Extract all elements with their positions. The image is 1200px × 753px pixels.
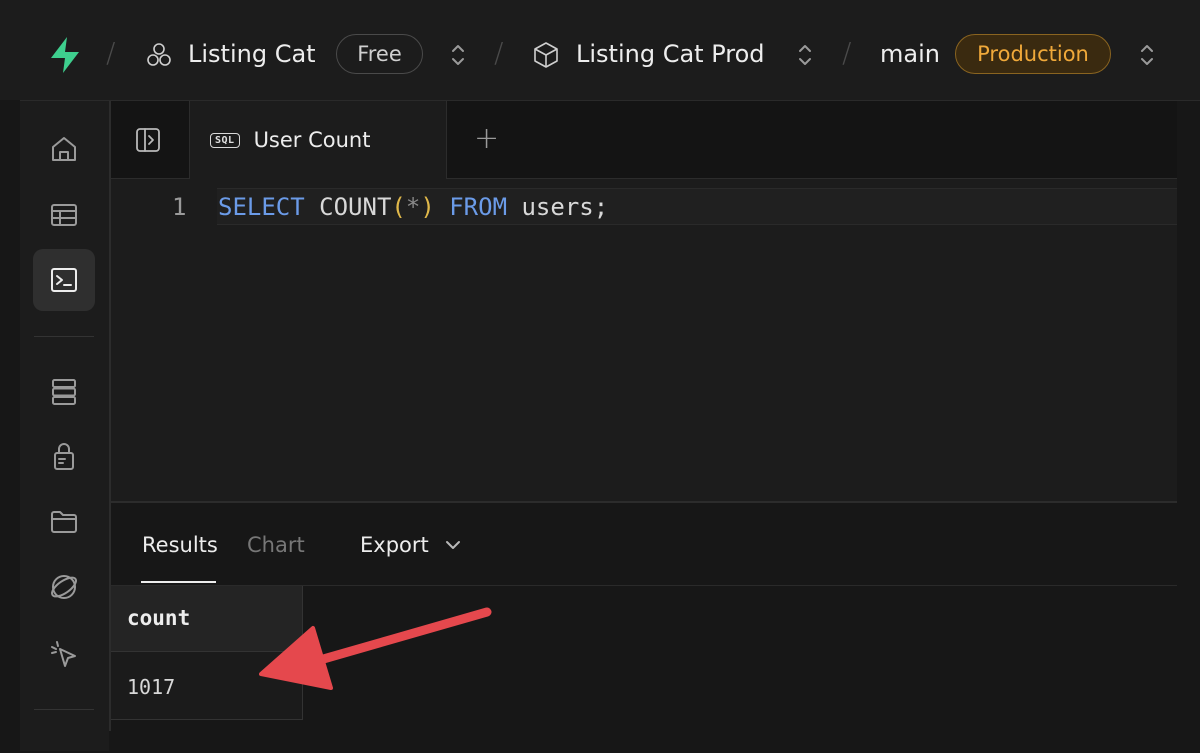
sidebar-item-storage[interactable]: [33, 490, 95, 552]
breadcrumb-separator: /: [106, 36, 116, 69]
new-tab-button[interactable]: +: [474, 124, 499, 154]
code-line[interactable]: SELECT COUNT(*) FROM users;: [218, 193, 608, 221]
active-tab-indicator: [141, 581, 216, 583]
organization-icon: [146, 42, 172, 68]
tab-label: User Count: [253, 128, 371, 152]
sidebar-divider: [34, 336, 94, 337]
export-label: Export: [360, 533, 429, 557]
sidebar-item-sql-editor[interactable]: [33, 249, 95, 311]
org-switcher-chevron-icon[interactable]: [448, 42, 468, 68]
sql-editor-icon: [49, 265, 79, 295]
tab-user-count-content: SQL User Count: [210, 128, 370, 152]
code-paren: (: [391, 193, 406, 221]
sidebar-item-realtime[interactable]: [33, 556, 95, 618]
tab-results[interactable]: Results: [142, 533, 218, 557]
table-editor-icon: [49, 200, 79, 230]
code-keyword: SELECT: [218, 193, 305, 221]
line-number: 1: [172, 193, 187, 221]
home-icon: [49, 134, 79, 164]
sidebar-item-home[interactable]: [33, 118, 95, 180]
breadcrumb-separator: /: [842, 36, 852, 69]
project-switcher-chevron-icon[interactable]: [795, 42, 815, 68]
realtime-icon: [48, 571, 80, 603]
sql-icon: SQL: [210, 132, 240, 148]
sidebar-divider: [34, 709, 94, 710]
sidebar-item-table-editor[interactable]: [33, 184, 95, 246]
annotation-arrow-icon: [255, 606, 495, 696]
project-box-icon: [533, 41, 559, 69]
supabase-logo-icon[interactable]: [48, 36, 82, 74]
code-keyword: FROM: [449, 193, 508, 221]
code-paren: ): [420, 193, 435, 221]
code-identifier: users;: [521, 193, 609, 221]
auth-lock-icon: [49, 442, 79, 472]
pointer-icon: [48, 639, 80, 671]
organization-name[interactable]: Listing Cat: [188, 40, 316, 68]
sidebar-item-database[interactable]: [33, 361, 95, 423]
storage-folder-icon: [49, 506, 79, 536]
environment-badge: Production: [955, 34, 1111, 74]
branch-switcher-chevron-icon[interactable]: [1137, 42, 1157, 68]
tab-chart[interactable]: Chart: [247, 533, 305, 557]
code-operator: *: [405, 193, 421, 221]
chevron-down-icon: [445, 540, 461, 550]
database-icon: [49, 377, 79, 407]
plan-badge: Free: [336, 34, 423, 74]
sidebar-item-edge-functions[interactable]: [33, 624, 95, 686]
sidebar-item-authentication[interactable]: [33, 426, 95, 488]
sql-editor[interactable]: [111, 179, 1177, 501]
cell-value: 1017: [127, 675, 176, 699]
branch-name[interactable]: main: [880, 40, 940, 68]
code-function: COUNT: [319, 193, 392, 221]
project-name[interactable]: Listing Cat Prod: [576, 40, 765, 68]
column-header-label: count: [127, 606, 191, 630]
toggle-sidebar-panel-icon[interactable]: [134, 126, 162, 154]
breadcrumb-separator: /: [494, 36, 504, 69]
export-dropdown[interactable]: Export: [360, 533, 461, 557]
